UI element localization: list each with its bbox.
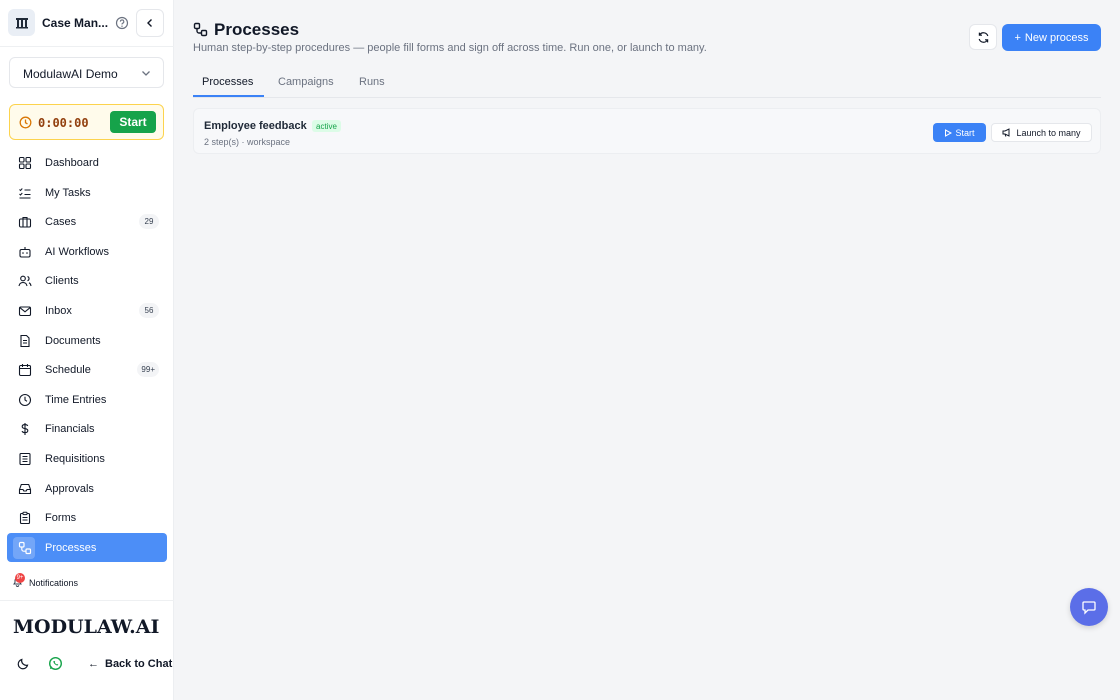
chevron-down-icon <box>142 71 150 76</box>
sidebar-item-label: Time Entries <box>45 393 107 406</box>
notification-count-badge: 9+ <box>15 573 25 583</box>
sidebar-item-dashboard[interactable]: Dashboard <box>7 148 167 178</box>
sidebar-item-label: Schedule <box>45 364 91 377</box>
app-logo[interactable] <box>8 9 35 36</box>
dollar-icon <box>18 422 32 436</box>
chevron-left-icon <box>147 19 152 27</box>
page-title: Processes <box>214 20 300 39</box>
sidebar-footer: ← Back to Chat <box>12 655 174 673</box>
process-meta: 2 step(s) · workspace <box>204 137 291 147</box>
refresh-icon <box>978 31 988 43</box>
list-icon <box>18 452 32 466</box>
sidebar-item-my-tasks[interactable]: My Tasks <box>7 178 167 208</box>
active-tab-indicator <box>193 95 264 97</box>
brand-row: Case Man... <box>8 9 166 37</box>
sidebar-item-requisitions[interactable]: Requisitions <box>7 444 167 474</box>
count-badge: 56 <box>139 302 159 318</box>
workflow-icon <box>18 541 32 555</box>
timer-value: 0:00:00 <box>38 116 89 130</box>
page-subtitle: Human step-by-step procedures — people f… <box>193 42 707 54</box>
megaphone-icon <box>1002 128 1010 137</box>
sidebar-item-time-entries[interactable]: Time Entries <box>7 385 167 415</box>
help-icon[interactable] <box>115 16 129 30</box>
sidebar-item-label: Clients <box>45 275 79 288</box>
modulaw-wordmark-logo: MODULAW.AI <box>13 616 161 640</box>
users-icon <box>18 274 32 288</box>
tab-campaigns[interactable]: Campaigns <box>278 76 334 88</box>
notifications-label: Notifications <box>29 578 79 588</box>
workspace-label: ModulawAI Demo <box>23 67 118 81</box>
wordmark-text: MODULAW.AI <box>13 617 160 637</box>
sidebar-nav: Dashboard My Tasks Cases 29 AI Workflows Clie… <box>7 148 167 563</box>
chat-fab-button[interactable] <box>1070 588 1108 626</box>
count-badge: 99+ <box>137 362 159 378</box>
sidebar-item-label: Dashboard <box>45 157 99 169</box>
divider <box>0 46 174 47</box>
sidebar-item-label: Requisitions <box>45 452 105 465</box>
tab-processes[interactable]: Processes <box>202 76 253 88</box>
sidebar: Case Man... ModulawAI Demo 0:00:00 Start… <box>0 0 174 700</box>
sidebar-item-label: AI Workflows <box>45 245 109 258</box>
workspace-select[interactable]: ModulawAI Demo <box>9 57 164 88</box>
process-card[interactable]: Employee feedback active 2 step(s) · wor… <box>193 108 1101 154</box>
whatsapp-icon[interactable] <box>48 656 63 671</box>
sidebar-item-label: Approvals <box>45 482 94 495</box>
workflow-icon <box>193 22 208 37</box>
sidebar-item-clients[interactable]: Clients <box>7 266 167 296</box>
robot-icon <box>18 245 32 259</box>
launch-label: Launch to many <box>1016 127 1081 138</box>
clock-icon <box>19 116 32 129</box>
play-icon <box>945 128 953 137</box>
back-to-chat-link[interactable]: ← Back to Chat <box>88 658 172 670</box>
refresh-button[interactable] <box>969 24 997 50</box>
sidebar-item-documents[interactable]: Documents <box>7 326 167 356</box>
sidebar-item-processes[interactable]: Processes <box>7 532 167 563</box>
sidebar-item-inbox[interactable]: Inbox 56 <box>7 296 167 326</box>
document-icon <box>18 334 32 348</box>
moon-icon[interactable] <box>17 657 30 670</box>
sidebar-item-financials[interactable]: Financials <box>7 414 167 444</box>
new-process-button[interactable]: + New process <box>1002 24 1101 51</box>
timer-widget: 0:00:00 Start <box>9 104 164 140</box>
tab-runs[interactable]: Runs <box>359 76 385 88</box>
notifications-item[interactable]: 9+ Notifications <box>12 573 162 590</box>
start-process-button[interactable]: Start <box>933 123 986 142</box>
calendar-icon <box>18 363 32 377</box>
divider <box>0 600 174 601</box>
sidebar-item-forms[interactable]: Forms <box>7 503 167 533</box>
clock-icon <box>18 393 32 407</box>
main-content: Processes Human step-by-step procedures … <box>175 0 1120 700</box>
start-timer-button[interactable]: Start <box>110 111 156 133</box>
clipboard-icon <box>18 511 32 525</box>
chat-icon <box>1082 601 1096 615</box>
start-label: Start <box>955 127 975 138</box>
status-badge: active <box>312 120 341 132</box>
sidebar-item-label: My Tasks <box>45 186 91 199</box>
new-process-label: New process <box>1024 31 1089 44</box>
tab-bar: Processes Campaigns Runs <box>193 68 1101 98</box>
mail-icon <box>18 304 32 318</box>
arrow-left-icon: ← <box>88 658 99 670</box>
launch-to-many-button[interactable]: Launch to many <box>991 123 1092 142</box>
collapse-sidebar-button[interactable] <box>136 9 164 37</box>
process-name[interactable]: Employee feedback <box>204 120 307 132</box>
sidebar-item-label: Processes <box>45 541 97 554</box>
sidebar-item-label: Cases <box>45 216 77 229</box>
inbox-icon <box>18 482 32 496</box>
sidebar-item-ai-workflows[interactable]: AI Workflows <box>7 237 167 267</box>
sidebar-item-cases[interactable]: Cases 29 <box>7 207 167 237</box>
sidebar-item-label: Financials <box>45 423 95 436</box>
sidebar-item-approvals[interactable]: Approvals <box>7 474 167 504</box>
sidebar-item-label: Documents <box>45 334 101 347</box>
back-to-chat-label: Back to Chat <box>105 658 173 670</box>
count-badge: 29 <box>139 214 159 230</box>
dashboard-icon <box>18 156 32 170</box>
app-title: Case Man... <box>42 16 109 30</box>
sidebar-item-schedule[interactable]: Schedule 99+ <box>7 355 167 385</box>
sidebar-item-label: Inbox <box>45 304 72 317</box>
briefcase-icon <box>18 215 32 229</box>
plus-icon: + <box>1014 31 1021 44</box>
tasks-icon <box>18 186 32 200</box>
sidebar-item-label: Forms <box>45 512 77 525</box>
